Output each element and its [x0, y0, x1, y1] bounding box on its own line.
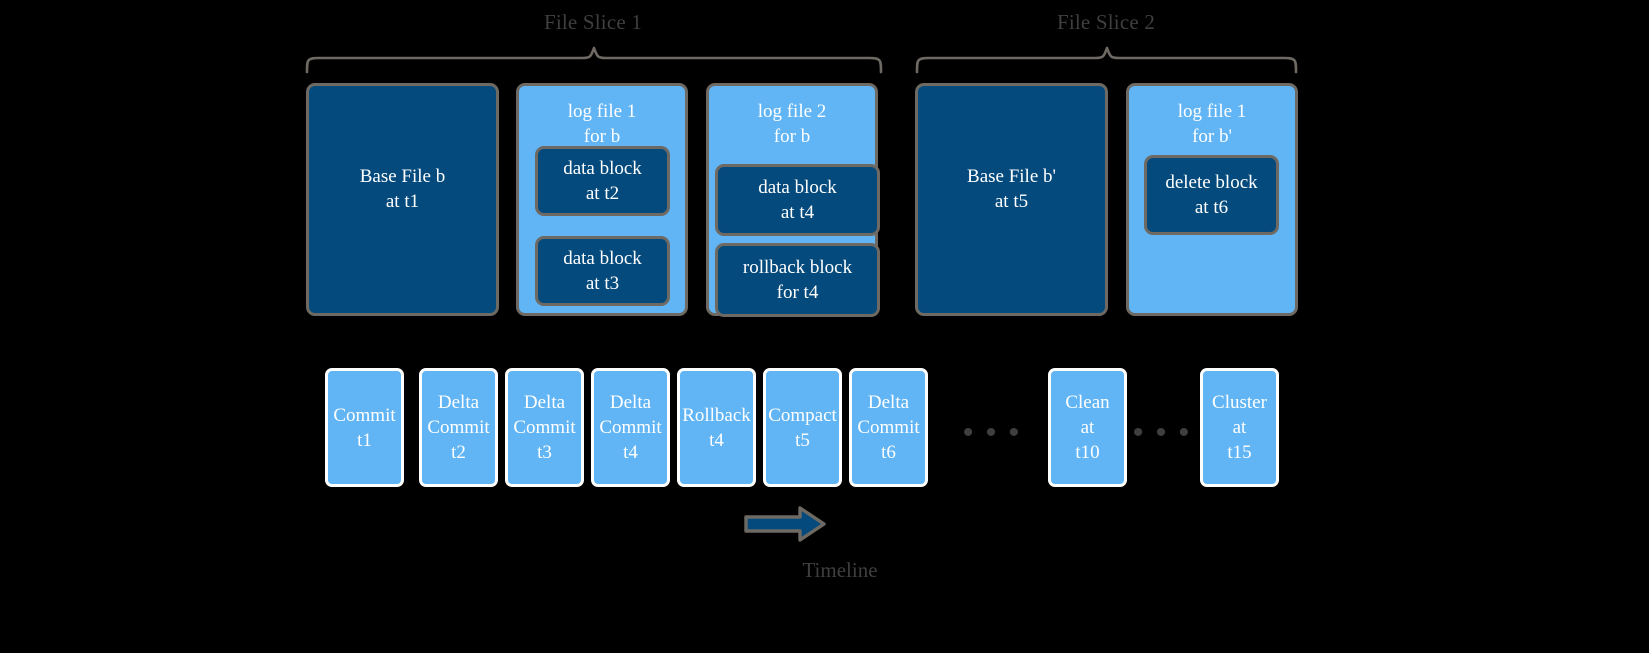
base-file-b-prime-box[interactable]: Base File b' at t5: [915, 83, 1108, 316]
base-file-b-prime-label: Base File b' at t5: [967, 166, 1056, 212]
delete-block-t6[interactable]: delete block at t6: [1144, 155, 1279, 235]
file-slice-2-label: File Slice 2: [1056, 10, 1156, 34]
timeline-item-delta-commit-t6[interactable]: Delta Commit t6: [849, 368, 928, 487]
timeline-ellipsis-1: • • •: [962, 416, 1022, 449]
timeline-label: Timeline: [802, 558, 878, 582]
timeline-item-compact-t5[interactable]: Compact t5: [763, 368, 842, 487]
timeline-arrow-icon: [742, 505, 828, 543]
base-file-b-box[interactable]: Base File b at t1: [306, 83, 499, 316]
log-file-1-for-b-prime-label: log file 1 for b': [1177, 101, 1247, 147]
timeline-ellipsis-2: • • •: [1132, 416, 1192, 449]
timeline-item-delta-commit-t4[interactable]: Delta Commit t4: [591, 368, 670, 487]
timeline-item-delta-commit-t3[interactable]: Delta Commit t3: [505, 368, 584, 487]
data-block-t3[interactable]: data block at t3: [535, 236, 670, 306]
base-file-b-label: Base File b at t1: [359, 166, 446, 212]
timeline-item-cluster-t15[interactable]: Cluster at t15: [1200, 368, 1279, 487]
data-block-t4[interactable]: data block at t4: [715, 164, 880, 236]
timeline-item-rollback-t4[interactable]: Rollback t4: [677, 368, 756, 487]
log-file-2-for-b-label: log file 2 for b: [757, 101, 827, 147]
timeline-item-delta-commit-t2[interactable]: Delta Commit t2: [419, 368, 498, 487]
file-slice-1-brace: [305, 46, 883, 74]
timeline-item-clean-t10[interactable]: Clean at t10: [1048, 368, 1127, 487]
file-slice-1-label: File Slice 1: [543, 10, 643, 34]
timeline-item-commit-t1[interactable]: Commit t1: [325, 368, 404, 487]
file-slice-2-brace: [915, 46, 1298, 74]
diagram-canvas: File Slice 1 File Slice 2 Base File b at…: [0, 0, 1649, 653]
rollback-block-t4[interactable]: rollback block for t4: [715, 243, 880, 317]
log-file-1-for-b-label: log file 1 for b: [567, 101, 637, 147]
data-block-t2[interactable]: data block at t2: [535, 146, 670, 216]
